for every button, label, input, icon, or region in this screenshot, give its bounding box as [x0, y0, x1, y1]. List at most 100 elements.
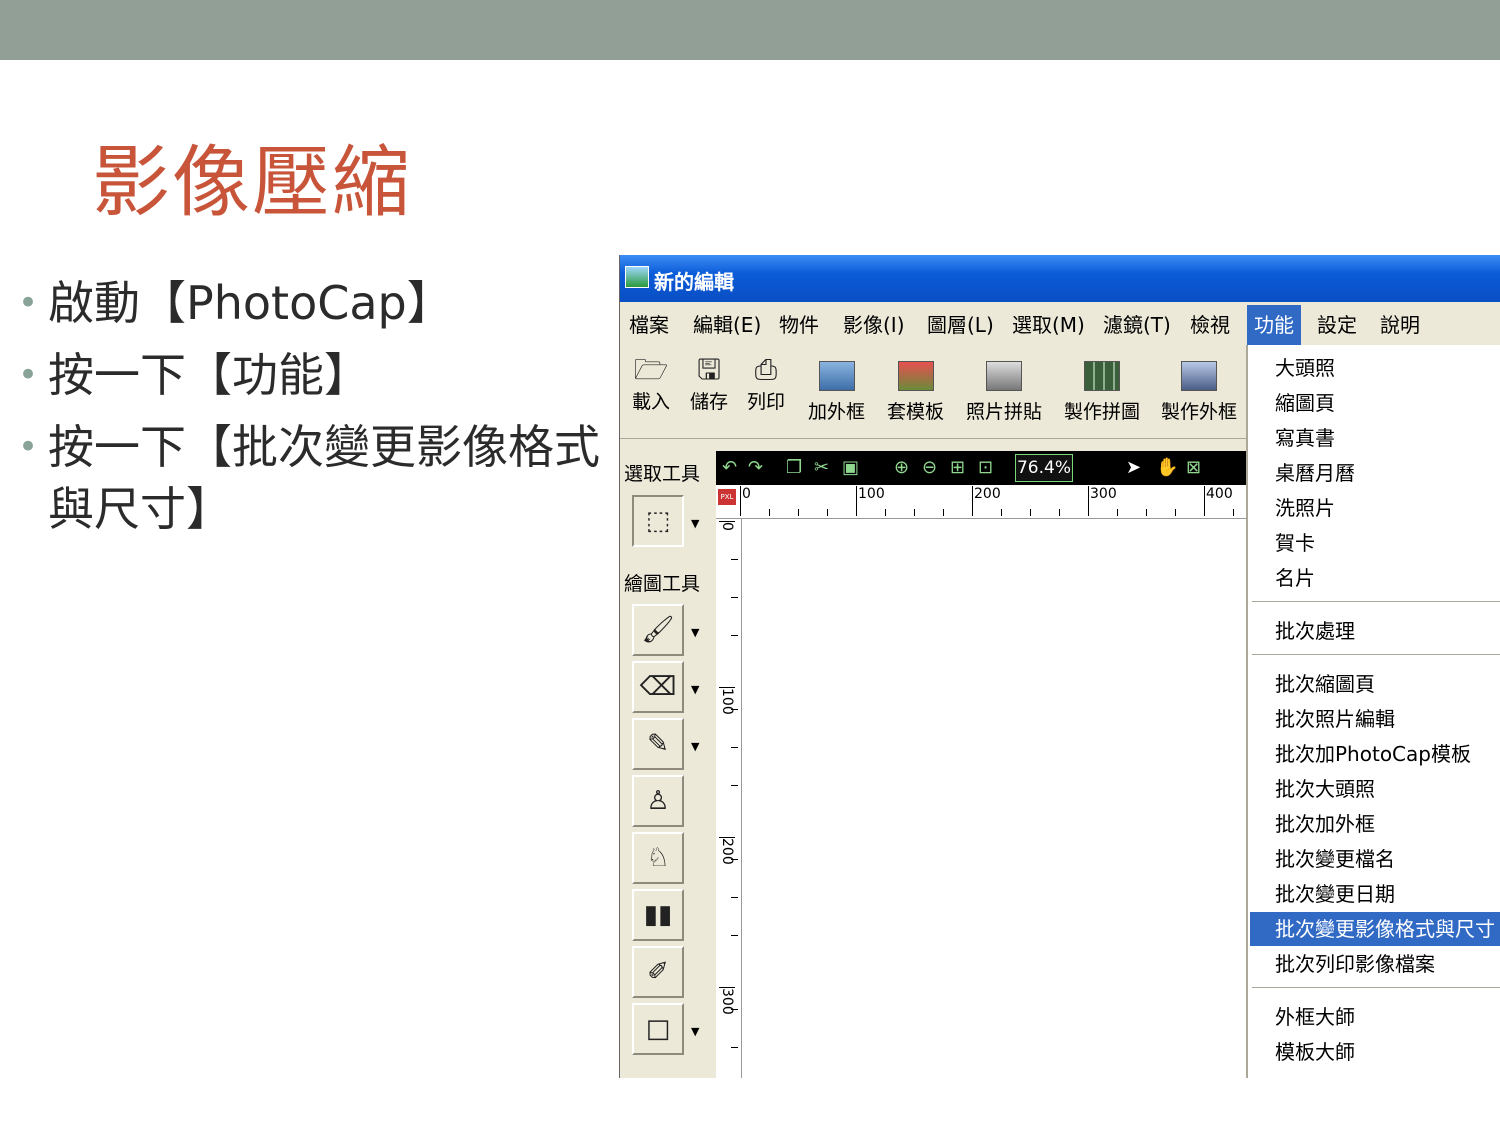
hand-icon[interactable]: ✋	[1156, 455, 1178, 481]
menu-separator	[1252, 654, 1500, 656]
ruler-label: 100	[719, 687, 735, 715]
make-puzzle-button[interactable]: 製作拼圖	[1064, 359, 1140, 424]
menu-item-template-master[interactable]: 模板大師	[1250, 1035, 1500, 1069]
menu-edit[interactable]: 編輯(E)	[686, 305, 768, 345]
pixel-unit-badge[interactable]: PXL	[718, 489, 736, 505]
menu-file[interactable]: 檔案	[622, 305, 676, 345]
title-bar[interactable]: 新的編輯	[620, 255, 1500, 302]
menu-object[interactable]: 物件	[772, 305, 826, 345]
rect-select-tool[interactable]: ⬚	[632, 495, 684, 547]
photo-collage-button[interactable]: 照片拼貼	[966, 359, 1042, 424]
paste-icon[interactable]: ▣	[842, 455, 859, 481]
dropdown-arrow-icon[interactable]: ▼	[691, 740, 699, 753]
zoom-in-icon[interactable]: ⊕	[894, 455, 909, 481]
eyedropper-tool[interactable]: ✐	[632, 946, 684, 998]
print-button[interactable]: ⎙ 列印	[747, 353, 785, 414]
menu-filter[interactable]: 濾鏡(T)	[1096, 305, 1178, 345]
template-icon	[897, 361, 934, 391]
select-tools-label: 選取工具	[624, 463, 701, 485]
menu-item-greeting-card[interactable]: 賀卡	[1250, 526, 1500, 560]
bullet-item: • 按一下【批次變更影像格式與尺寸】	[18, 416, 608, 540]
bullet-list: • 啟動【PhotoCap】 • 按一下【功能】 • 按一下【批次變更影像格式與尺寸】	[18, 272, 608, 550]
ruler-label: 200	[719, 837, 735, 865]
ruler-label: 0	[740, 486, 751, 516]
cut-icon[interactable]: ✂	[814, 455, 829, 481]
dashed-rectangle-icon: ⬚	[645, 506, 671, 536]
tool-panel: 選取工具 ⬚ ▼ 繪圖工具 🖌 ▼ ⌫ ▼ ✎ ▼ ♙ ♘ ▮▮ ✐ □ ▼	[620, 441, 712, 1078]
brush-tool[interactable]: 🖌	[632, 604, 684, 656]
floppy-icon: 🖫	[697, 353, 721, 386]
menu-layer[interactable]: 圖層(L)	[920, 305, 1001, 345]
menu-item-batch-format-size[interactable]: 批次變更影像格式與尺寸	[1250, 912, 1500, 946]
dropdown-arrow-icon[interactable]: ▼	[691, 626, 699, 639]
top-band	[0, 0, 1500, 60]
undo-icon[interactable]: ↶	[722, 455, 737, 481]
main-toolbar: 🗁 載入 🖫 儲存 ⎙ 列印 加外框 套模板 照片拼貼 製作拼圖 製作外框	[620, 347, 1246, 439]
actual-size-icon[interactable]: ⊡	[978, 455, 993, 481]
puzzle-icon	[1084, 361, 1120, 391]
bullet-item: • 啟動【PhotoCap】	[18, 272, 608, 334]
gradient-tool[interactable]: ▮▮	[632, 889, 684, 941]
dropdown-arrow-icon[interactable]: ▼	[691, 683, 699, 696]
add-frame-button[interactable]: 加外框	[808, 359, 865, 424]
menu-item-thumbnail-page[interactable]: 縮圖頁	[1250, 386, 1500, 420]
fill-tool[interactable]: ♘	[632, 832, 684, 884]
photocap-window: 新的編輯 檔案 編輯(E) 物件 影像(I) 圖層(L) 選取(M) 濾鏡(T)…	[619, 255, 1500, 1078]
menu-item-batch-add-frame[interactable]: 批次加外框	[1250, 807, 1500, 841]
copy-icon[interactable]: ❐	[786, 455, 802, 481]
menu-item-batch-print[interactable]: 批次列印影像檔案	[1250, 947, 1500, 981]
menu-separator	[1252, 601, 1500, 603]
pen-icon: ✎	[647, 729, 669, 759]
vertical-ruler: 0 100 200 300	[716, 519, 742, 1078]
draw-tools-label: 繪圖工具	[624, 573, 701, 595]
menu-item-photo-book[interactable]: 寫真書	[1250, 421, 1500, 455]
canvas-area[interactable]	[742, 519, 1246, 1078]
gradient-icon: ▮▮	[643, 900, 673, 930]
menu-item-id-photo[interactable]: 大頭照	[1250, 351, 1500, 385]
pointer-icon[interactable]: ➤	[1126, 455, 1141, 481]
menu-item-batch-template[interactable]: 批次加PhotoCap模板	[1250, 737, 1500, 771]
ruler-label: 400	[1204, 486, 1233, 516]
menu-item-batch-process[interactable]: 批次處理	[1250, 614, 1500, 648]
menu-view[interactable]: 檢視	[1183, 305, 1237, 345]
menu-item-batch-change-date[interactable]: 批次變更日期	[1250, 877, 1500, 911]
zoom-out-icon[interactable]: ⊖	[922, 455, 937, 481]
fit-window-icon[interactable]: ⊞	[950, 455, 965, 481]
menu-image[interactable]: 影像(I)	[836, 305, 912, 345]
menu-item-frame-master[interactable]: 外框大師	[1250, 1000, 1500, 1034]
menu-select[interactable]: 選取(M)	[1005, 305, 1092, 345]
app-icon	[625, 266, 649, 288]
horizontal-ruler: PXL 0 100 200 300 400	[716, 485, 1246, 519]
redo-icon[interactable]: ↷	[748, 455, 763, 481]
ruler-label: 300	[1088, 486, 1117, 516]
load-button[interactable]: 🗁 載入	[632, 353, 670, 414]
menu-item-calendar[interactable]: 桌曆月曆	[1250, 456, 1500, 490]
ruler-label: 100	[856, 486, 885, 516]
make-frame-button[interactable]: 製作外框	[1161, 359, 1237, 424]
stamp-tool[interactable]: ♙	[632, 775, 684, 827]
menu-item-print-photos[interactable]: 洗照片	[1250, 491, 1500, 525]
menu-settings[interactable]: 設定	[1310, 305, 1364, 345]
window-title: 新的編輯	[654, 270, 734, 294]
menu-item-batch-photo-edit[interactable]: 批次照片編輯	[1250, 702, 1500, 736]
printer-icon: ⎙	[754, 353, 778, 386]
zoom-level[interactable]: 76.4%	[1015, 454, 1073, 482]
pen-tool[interactable]: ✎	[632, 718, 684, 770]
dropdown-arrow-icon[interactable]: ▼	[691, 517, 699, 530]
collage-icon	[986, 361, 1022, 391]
menu-item-batch-thumbnail[interactable]: 批次縮圖頁	[1250, 667, 1500, 701]
menu-function[interactable]: 功能	[1247, 305, 1301, 345]
save-button[interactable]: 🖫 儲存	[690, 353, 728, 414]
apply-template-button[interactable]: 套模板	[887, 359, 944, 424]
ruler-label: 300	[719, 987, 735, 1015]
menu-help[interactable]: 說明	[1373, 305, 1427, 345]
eraser-tool[interactable]: ⌫	[632, 661, 684, 713]
bullet-dot-icon: •	[18, 427, 39, 467]
dropdown-arrow-icon[interactable]: ▼	[691, 1025, 699, 1038]
shape-tool[interactable]: □	[632, 1003, 684, 1055]
menu-item-business-card[interactable]: 名片	[1250, 561, 1500, 595]
crop-icon[interactable]: ⊠	[1186, 455, 1201, 481]
menu-item-batch-id-photo[interactable]: 批次大頭照	[1250, 772, 1500, 806]
menu-item-batch-rename[interactable]: 批次變更檔名	[1250, 842, 1500, 876]
frame-icon	[818, 361, 855, 391]
